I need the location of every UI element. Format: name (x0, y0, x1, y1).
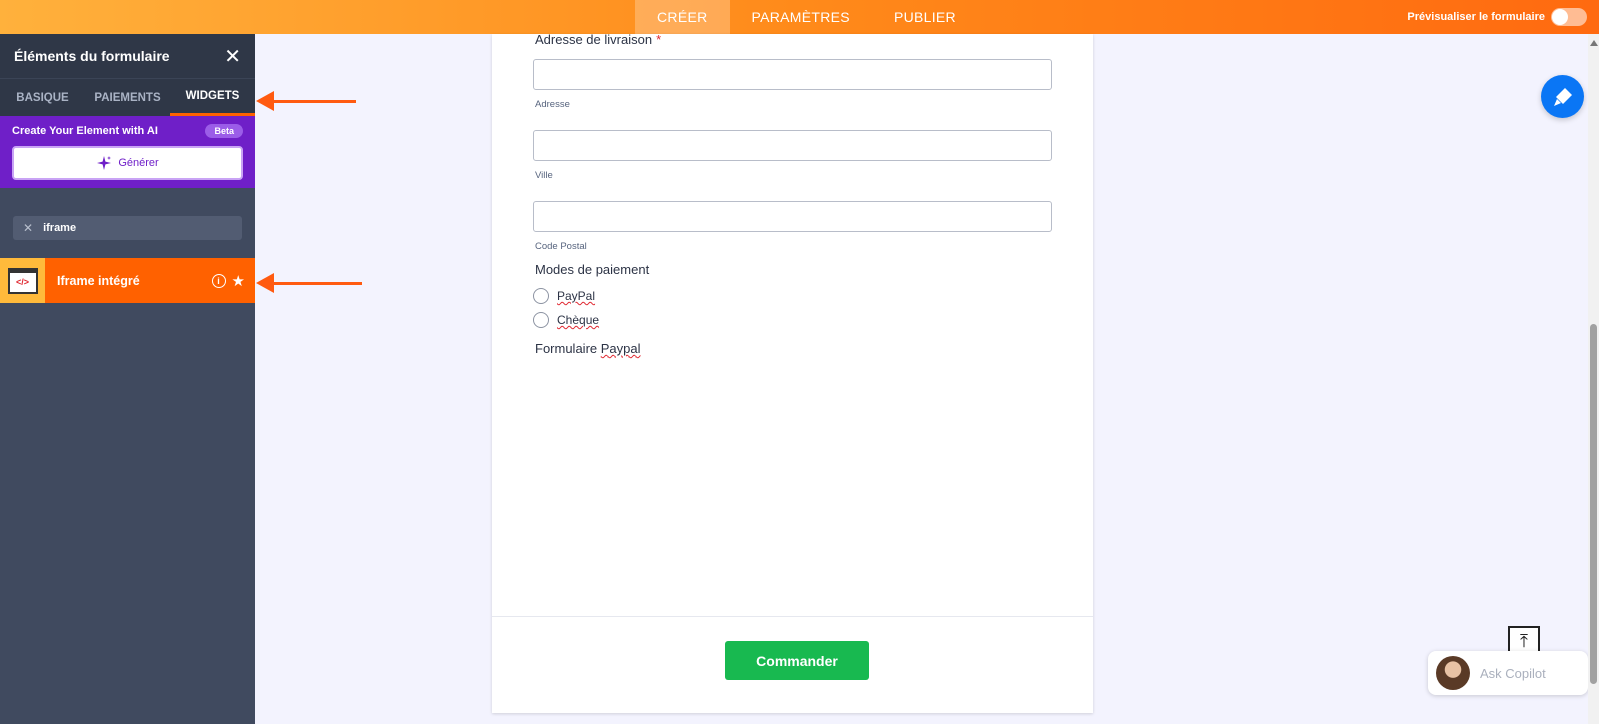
preview-label: Prévisualiser le formulaire (1407, 11, 1545, 23)
radio-cheque-label: Chèque (557, 313, 600, 327)
copilot-placeholder: Ask Copilot (1480, 665, 1546, 681)
radio-cheque[interactable]: Chèque (533, 312, 599, 328)
page-scrollbar[interactable] (1588, 34, 1599, 724)
avatar (1436, 656, 1470, 690)
toggle-knob (1552, 9, 1568, 25)
form-designer-button[interactable] (1541, 75, 1584, 118)
paypal-form-label-word: Paypal (600, 341, 641, 356)
form-elements-sidebar: Éléments du formulaire ✕ BASIQUE PAIEMEN… (0, 34, 255, 724)
close-icon[interactable]: ✕ (224, 44, 241, 69)
required-mark: * (656, 32, 662, 47)
address-label-text: Adresse de livraison (535, 32, 653, 47)
star-icon[interactable]: ★ (232, 272, 245, 290)
address-input[interactable] (533, 59, 1052, 90)
radio-circle[interactable] (533, 312, 549, 328)
generate-label: Générer (118, 157, 159, 169)
tab-publier[interactable]: PUBLIER (872, 0, 978, 34)
scrollbar-thumb[interactable] (1590, 324, 1597, 684)
scroll-up-arrow-icon[interactable] (1590, 40, 1598, 46)
iframe-widget-icon-wrap: </> (0, 258, 45, 303)
address-sublabel: Adresse (535, 99, 570, 110)
city-input[interactable] (533, 130, 1052, 161)
generate-button[interactable]: Générer (12, 146, 243, 180)
ai-title: Create Your Element with AI (12, 125, 158, 137)
tab-widgets[interactable]: WIDGETS (170, 79, 255, 116)
widget-result-label: Iframe intégré (57, 273, 140, 288)
form-canvas: Adresse de livraison * Adresse Ville Code… (492, 32, 1093, 713)
arrow-up-icon: ⤒ (1520, 630, 1528, 651)
ai-create-box: Create Your Element with AI Beta Générer (0, 116, 255, 188)
widget-result-actions: i ★ (211, 272, 255, 290)
sidebar-header: Éléments du formulaire ✕ (0, 34, 255, 78)
radio-paypal-label: PayPal (557, 289, 596, 303)
form-footer: Commander (492, 616, 1093, 713)
preview-toggle[interactable] (1551, 8, 1587, 26)
paint-roller-icon (1553, 87, 1572, 106)
top-nav: CRÉER PARAMÈTRES PUBLIER (635, 0, 978, 34)
beta-badge: Beta (205, 124, 243, 138)
annotation-arrow-iframe (256, 273, 362, 293)
tab-creer[interactable]: CRÉER (635, 0, 730, 34)
code-embed-icon: </> (7, 267, 38, 294)
tab-parametres[interactable]: PARAMÈTRES (730, 0, 872, 34)
payment-label: Modes de paiement (535, 262, 650, 277)
submit-button[interactable]: Commander (725, 641, 869, 680)
tab-basique[interactable]: BASIQUE (0, 79, 85, 116)
ai-row: Create Your Element with AI Beta (12, 124, 243, 138)
annotation-arrow-widgets (256, 91, 356, 111)
top-bar: CRÉER PARAMÈTRES PUBLIER Prévisualiser l… (0, 0, 1599, 34)
postal-code-input[interactable] (533, 201, 1052, 232)
sparkle-icon (97, 156, 112, 170)
widget-result-iframe[interactable]: </> Iframe intégré i ★ (0, 258, 255, 303)
paypal-form-label: Formulaire Paypal (535, 341, 641, 356)
search-value: iframe (43, 222, 77, 234)
address-label: Adresse de livraison * (535, 32, 661, 47)
sidebar-title: Éléments du formulaire (14, 48, 170, 64)
widget-search[interactable]: ✕ iframe (13, 216, 242, 240)
ask-copilot-widget[interactable]: Ask Copilot (1428, 651, 1588, 695)
sidebar-tabs: BASIQUE PAIEMENTS WIDGETS (0, 78, 255, 116)
clear-search-icon[interactable]: ✕ (23, 221, 33, 235)
radio-paypal[interactable]: PayPal (533, 288, 595, 304)
info-icon[interactable]: i (211, 273, 226, 288)
radio-circle[interactable] (533, 288, 549, 304)
postal-code-sublabel: Code Postal (535, 241, 587, 252)
paypal-form-label-prefix: Formulaire (535, 341, 601, 356)
preview-toggle-group: Prévisualiser le formulaire (1407, 0, 1587, 34)
tab-paiements[interactable]: PAIEMENTS (85, 79, 170, 116)
city-sublabel: Ville (535, 170, 553, 181)
